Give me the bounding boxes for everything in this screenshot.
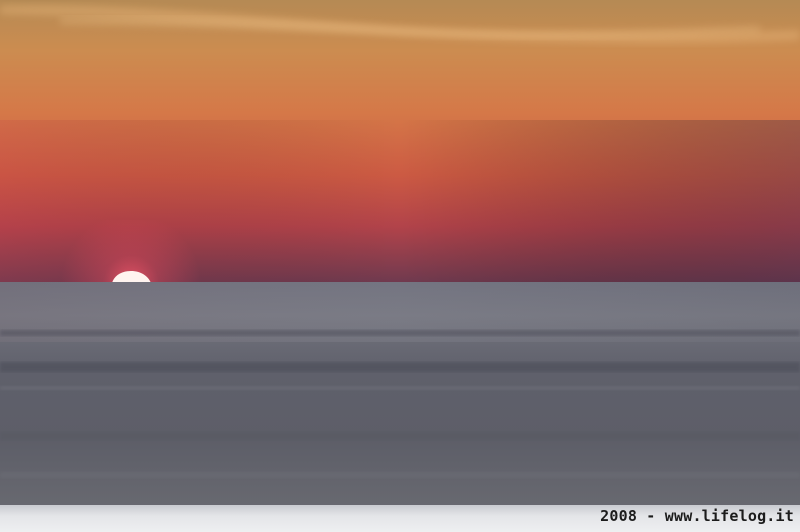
sea-band [0,362,800,372]
watermark-caption: 2008 - www.lifelog.it [600,507,794,525]
sea-band [0,432,800,440]
sunset-photo: 2008 - www.lifelog.it [0,0,800,532]
sea-band [0,472,800,478]
sea-band [0,330,800,336]
sea-band [0,386,800,390]
sky [0,0,800,283]
sea [0,282,800,508]
